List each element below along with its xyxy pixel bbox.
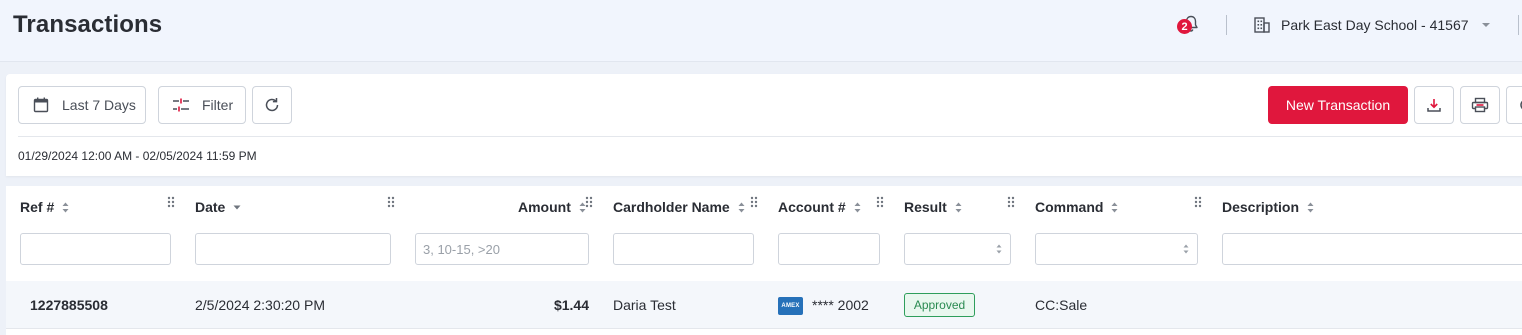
date-filter-input[interactable] xyxy=(195,233,391,265)
building-icon xyxy=(1254,17,1270,33)
header-divider xyxy=(1226,15,1227,35)
date-range-text: 01/29/2024 12:00 AM - 02/05/2024 11:59 P… xyxy=(18,149,257,163)
column-header-label: Ref # xyxy=(20,199,55,215)
header-divider xyxy=(1518,15,1519,35)
transactions-grid: Ref # Date Amount Cardholder Name Accoun… xyxy=(6,186,1522,335)
toolbar-card: Last 7 Days Filter New Transaction 01/29… xyxy=(6,74,1522,176)
column-resize-handle-icon[interactable] xyxy=(1194,196,1202,208)
filter-label: Filter xyxy=(202,97,234,113)
description-filter-input[interactable] xyxy=(1222,233,1522,265)
calendar-icon xyxy=(33,97,49,113)
date-range-button[interactable]: Last 7 Days xyxy=(18,86,146,124)
date-range-label: Last 7 Days xyxy=(62,97,136,113)
settings-button[interactable] xyxy=(1506,86,1522,124)
printer-icon xyxy=(1471,97,1489,113)
column-resize-handle-icon[interactable] xyxy=(876,196,884,208)
account-cell: **** 2002 xyxy=(812,297,869,313)
column-header-description[interactable]: Description xyxy=(1222,199,1314,215)
notification-count-badge: 2 xyxy=(1177,19,1192,34)
column-resize-handle-icon[interactable] xyxy=(387,196,395,208)
date-cell: 2/5/2024 2:30:20 PM xyxy=(195,297,325,313)
column-header-label: Result xyxy=(904,199,947,215)
refresh-button[interactable] xyxy=(252,86,292,124)
amount-filter-input[interactable]: 3, 10-15, >20 xyxy=(415,233,589,265)
table-row[interactable]: 1227885508 2/5/2024 2:30:20 PM $1.44 Dar… xyxy=(6,281,1522,329)
command-cell: CC:Sale xyxy=(1035,297,1088,313)
page-title: Transactions xyxy=(13,11,163,38)
notifications-button[interactable]: 2 xyxy=(1177,15,1201,37)
toolbar-divider xyxy=(18,136,1522,137)
column-header-date[interactable]: Date xyxy=(195,199,241,215)
ref-filter-input[interactable] xyxy=(20,233,171,265)
column-header-result[interactable]: Result xyxy=(904,199,962,215)
filter-button[interactable]: Filter xyxy=(158,86,246,124)
status-badge: Approved xyxy=(904,293,975,317)
column-header-account[interactable]: Account # xyxy=(778,199,861,215)
column-resize-handle-icon[interactable] xyxy=(750,196,758,208)
app-header: Transactions 2 Park East Day School - 41… xyxy=(0,0,1522,62)
column-header-label: Command xyxy=(1035,199,1104,215)
sort-icon[interactable] xyxy=(1111,202,1118,213)
amount-cell: $1.44 xyxy=(553,297,589,313)
print-button[interactable] xyxy=(1460,86,1500,124)
chevron-down-icon[interactable] xyxy=(1481,22,1491,28)
column-resize-handle-icon[interactable] xyxy=(585,196,593,208)
new-transaction-button[interactable]: New Transaction xyxy=(1268,86,1408,124)
column-header-cardholder[interactable]: Cardholder Name xyxy=(613,199,745,215)
column-header-label: Account # xyxy=(778,199,846,215)
column-header-amount[interactable]: Amount xyxy=(518,199,586,215)
refresh-icon xyxy=(265,98,279,112)
organization-selector[interactable]: Park East Day School - 41567 xyxy=(1281,17,1469,33)
ref-cell[interactable]: 1227885508 xyxy=(30,297,108,313)
column-header-ref[interactable]: Ref # xyxy=(20,199,69,215)
column-header-label: Date xyxy=(195,199,226,215)
download-icon xyxy=(1427,99,1441,112)
column-header-label: Description xyxy=(1222,199,1300,215)
gear-icon xyxy=(1520,100,1522,110)
sort-descending-icon[interactable] xyxy=(233,205,241,210)
cardholder-filter-input[interactable] xyxy=(613,233,754,265)
sort-icon[interactable] xyxy=(854,202,861,213)
column-resize-handle-icon[interactable] xyxy=(167,196,175,208)
select-arrows-icon xyxy=(1183,244,1189,254)
column-header-label: Cardholder Name xyxy=(613,199,730,215)
column-resize-handle-icon[interactable] xyxy=(1007,196,1015,208)
download-button[interactable] xyxy=(1414,86,1454,124)
result-filter-select[interactable] xyxy=(904,233,1011,265)
column-header-command[interactable]: Command xyxy=(1035,199,1118,215)
sort-icon[interactable] xyxy=(1307,202,1314,213)
amex-card-icon: AMEX xyxy=(778,297,803,315)
sort-icon[interactable] xyxy=(62,202,69,213)
sort-icon[interactable] xyxy=(955,202,962,213)
command-filter-select[interactable] xyxy=(1035,233,1198,265)
cardholder-cell: Daria Test xyxy=(613,297,676,313)
sort-icon[interactable] xyxy=(738,202,745,213)
account-filter-input[interactable] xyxy=(778,233,880,265)
column-header-label: Amount xyxy=(518,199,571,215)
sliders-icon xyxy=(172,97,190,113)
select-arrows-icon xyxy=(996,244,1002,254)
